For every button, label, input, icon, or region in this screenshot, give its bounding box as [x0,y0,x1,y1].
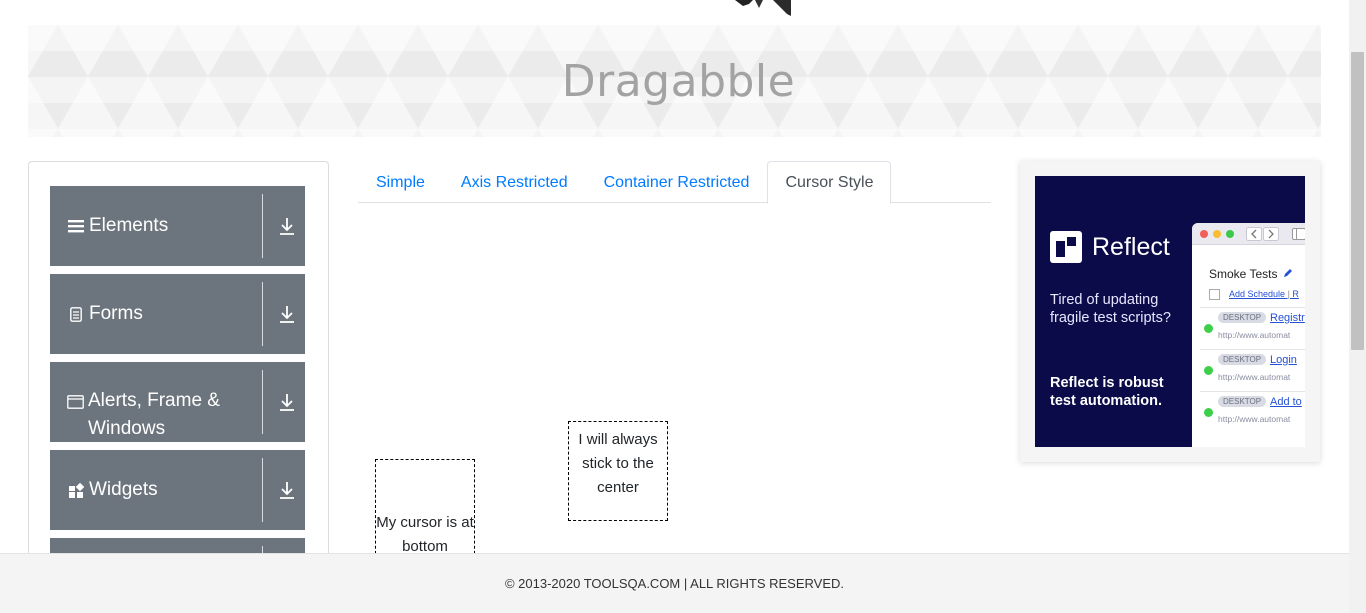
hamburger-icon [67,217,85,235]
drag-box-cursor-bottom[interactable]: My cursor is at bottom [375,459,475,559]
page-footer: © 2013-2020 TOOLSQA.COM | ALL RIGHTS RES… [0,553,1349,613]
sidebar-group-elements[interactable]: Elements [50,186,305,266]
pencil-icon [1283,269,1292,277]
ad-brand: Reflect [1050,231,1170,263]
divider [262,194,263,258]
mock-test-row: DESKTOP Login http://www.automat [1200,349,1305,391]
page-title: Dragabble [561,55,796,107]
test-url: http://www.automat [1218,414,1291,424]
test-link: Add to [1270,396,1302,408]
mock-window-bar [1192,223,1305,245]
nav-arrows-icon [1246,227,1279,241]
divider [262,370,263,434]
test-url: http://www.automat [1218,372,1291,382]
page-banner: Dragabble [28,25,1321,137]
sidebar-group-widgets[interactable]: Widgets [50,450,305,530]
window-icon [67,393,84,411]
mock-title: Smoke Tests [1209,267,1293,281]
vertical-scrollbar[interactable] [1349,0,1366,613]
tab-axis-restricted[interactable]: Axis Restricted [443,161,586,203]
drag-box-cursor-center[interactable]: I will always stick to the center [568,421,668,521]
sidebar-group-alerts[interactable]: Alerts, Frame & Windows [50,362,305,442]
pass-status-icon [1204,408,1213,417]
sidebar-group-label: Elements [89,215,169,236]
checkbox-icon [1209,289,1220,300]
widgets-icon [67,481,85,499]
maximize-dot-icon [1226,230,1234,238]
download-icon[interactable] [278,480,296,500]
sidebar-group-label: Alerts, Frame & Windows [88,390,220,439]
mock-test-row: DESKTOP Registr http://www.automat [1200,307,1305,349]
sidebar-group-label: Widgets [89,479,158,500]
left-sidebar: Elements Forms Alerts, Frame & Windows W… [28,161,329,581]
divider [262,458,263,522]
test-link: Registr [1270,312,1305,324]
ad-container: Reflect Tired of updating fragile test s… [1020,161,1320,462]
download-icon[interactable] [278,392,296,412]
sidebar-group-label: Forms [89,303,143,324]
tab-container-restricted[interactable]: Container Restricted [586,161,768,203]
copyright-text: © 2013-2020 TOOLSQA.COM | ALL RIGHTS RES… [504,576,845,591]
download-icon[interactable] [278,216,296,236]
sidebar-group-forms[interactable]: Forms [50,274,305,354]
pass-status-icon [1204,324,1213,333]
site-logo[interactable] [735,0,795,16]
mock-schedule: Add Schedule | R [1229,289,1299,299]
reflect-logo-icon [1050,231,1082,263]
mock-test-row: DESKTOP Add to http://www.automat [1200,391,1305,433]
test-link: Login [1270,354,1297,366]
ad-pitch: Reflect is robust test automation. [1050,375,1164,409]
close-dot-icon [1200,230,1208,238]
platform-badge: DESKTOP [1218,354,1267,365]
ad-banner[interactable]: Reflect Tired of updating fragile test s… [1035,176,1305,447]
tab-bar: Simple Axis Restricted Container Restric… [358,161,991,204]
platform-badge: DESKTOP [1218,312,1267,323]
tab-cursor-style[interactable]: Cursor Style [767,161,892,204]
tab-simple[interactable]: Simple [358,161,443,203]
platform-badge: DESKTOP [1218,396,1267,407]
download-icon[interactable] [278,304,296,324]
pass-status-icon [1204,366,1213,375]
minimize-dot-icon [1213,230,1221,238]
ad-tagline: Tired of updating fragile test scripts? [1050,292,1171,326]
ad-app-mockup: Smoke Tests Add Schedule | R DESKTOP Reg… [1192,223,1305,447]
ad-brand-name: Reflect [1092,232,1170,261]
scrollbar-thumb[interactable] [1351,52,1364,350]
test-url: http://www.automat [1218,330,1291,340]
document-icon [67,305,85,323]
sidebar-toggle-icon [1292,228,1305,240]
divider [262,282,263,346]
